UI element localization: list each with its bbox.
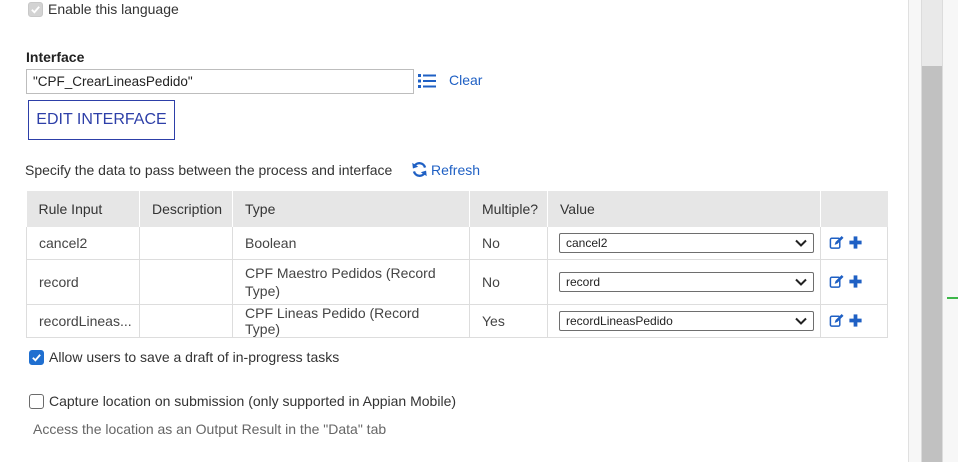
clear-link[interactable]: Clear xyxy=(449,72,482,88)
allow-draft-row: Allow users to save a draft of in-progre… xyxy=(29,348,339,366)
cell-description xyxy=(139,227,233,260)
interface-field[interactable]: "CPF_CrearLineasPedido" xyxy=(26,69,414,94)
cell-rule-input: recordLineas... xyxy=(26,304,140,338)
cell-description xyxy=(139,259,233,305)
table-row: record CPF Maestro Pedidos (Record Type)… xyxy=(26,259,888,305)
value-selected: recordLineasPedido xyxy=(566,313,673,328)
capture-location-row: Capture location on submission (only sup… xyxy=(29,392,456,410)
chevron-down-icon xyxy=(795,278,807,286)
interface-label: Interface xyxy=(26,49,85,65)
cell-type: CPF Maestro Pedidos (Record Type) xyxy=(232,259,470,305)
cell-value: recordLineasPedido xyxy=(547,304,821,338)
allow-draft-label: Allow users to save a draft of in-progre… xyxy=(49,349,340,365)
cell-actions xyxy=(820,304,888,338)
capture-location-help: Access the location as an Output Result … xyxy=(33,421,387,437)
plus-icon[interactable] xyxy=(848,313,863,328)
header-rule-input: Rule Input xyxy=(26,191,140,227)
edit-icon[interactable] xyxy=(829,313,844,328)
edit-icon[interactable] xyxy=(829,274,844,289)
value-selected: cancel2 xyxy=(566,235,608,250)
header-description: Description xyxy=(139,191,233,227)
list-icon[interactable] xyxy=(417,72,437,90)
table-row: recordLineas... CPF Lineas Pedido (Recor… xyxy=(26,304,888,338)
chevron-down-icon xyxy=(795,239,807,247)
enable-language-checkbox[interactable] xyxy=(28,1,43,17)
check-icon xyxy=(32,353,41,362)
capture-location-label: Capture location on submission (only sup… xyxy=(49,393,457,409)
cell-rule-input: cancel2 xyxy=(26,227,140,260)
value-selected: record xyxy=(566,274,601,289)
cell-type: Boolean xyxy=(232,227,470,260)
cell-rule-input: record xyxy=(26,259,140,305)
table-row: cancel2 Boolean No cancel2 xyxy=(26,227,888,260)
cell-actions xyxy=(820,259,888,305)
enable-language-row: Enable this language xyxy=(28,0,179,18)
cell-multiple: No xyxy=(469,259,548,305)
table-header-row: Rule Input Description Type Multiple? Va… xyxy=(26,191,888,227)
status-marker xyxy=(947,297,958,299)
refresh-label[interactable]: Refresh xyxy=(431,162,480,178)
plus-icon[interactable] xyxy=(848,274,863,289)
chevron-down-icon xyxy=(795,317,807,325)
enable-language-label: Enable this language xyxy=(48,1,179,17)
data-description: Specify the data to pass between the pro… xyxy=(25,162,393,178)
header-type: Type xyxy=(232,191,470,227)
edit-interface-button[interactable]: EDIT INTERFACE xyxy=(28,100,175,140)
header-actions xyxy=(820,191,888,227)
plus-icon[interactable] xyxy=(848,235,863,250)
allow-draft-checkbox[interactable] xyxy=(29,349,44,365)
cell-multiple: No xyxy=(469,227,548,260)
cell-type: CPF Lineas Pedido (Record Type) xyxy=(232,304,470,338)
edit-icon[interactable] xyxy=(829,235,844,250)
cell-multiple: Yes xyxy=(469,304,548,338)
capture-location-checkbox[interactable] xyxy=(29,393,44,409)
header-value: Value xyxy=(547,191,821,227)
value-dropdown[interactable]: recordLineasPedido xyxy=(559,310,814,331)
header-multiple: Multiple? xyxy=(469,191,548,227)
scrollbar-thumb[interactable] xyxy=(922,66,942,462)
cell-description xyxy=(139,304,233,338)
cell-value: cancel2 xyxy=(547,227,821,260)
cell-actions xyxy=(820,227,888,260)
check-icon xyxy=(31,5,40,14)
refresh-link[interactable]: Refresh xyxy=(411,161,480,178)
value-dropdown[interactable]: record xyxy=(559,271,814,292)
cell-value: record xyxy=(547,259,821,305)
value-dropdown[interactable]: cancel2 xyxy=(559,232,814,253)
rule-input-table: Rule Input Description Type Multiple? Va… xyxy=(26,191,888,338)
refresh-icon xyxy=(412,162,427,177)
